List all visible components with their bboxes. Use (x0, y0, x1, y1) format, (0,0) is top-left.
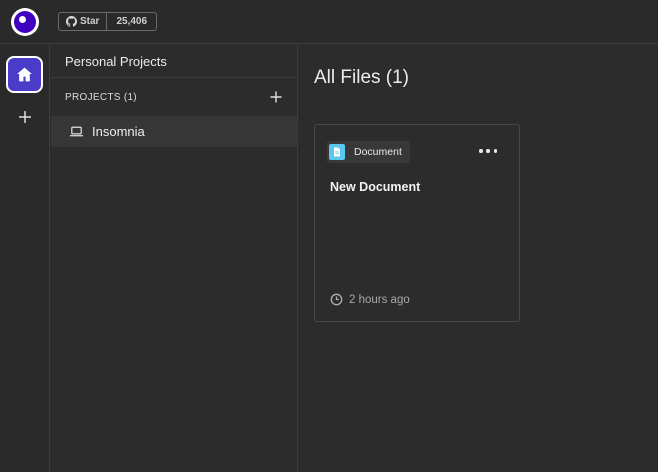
plus-icon (270, 91, 282, 103)
github-star-button[interactable]: Star (59, 13, 108, 30)
github-star-label: Star (80, 16, 100, 27)
github-star-widget: Star 25,406 (58, 12, 158, 31)
main-content: All Files (1) Document New Document 2 ho… (299, 45, 658, 472)
logo-dot (19, 16, 26, 23)
file-type-label: Document (354, 146, 402, 158)
sidebar-item-label: Insomnia (92, 124, 145, 139)
laptop-icon (69, 126, 84, 137)
github-star-count[interactable]: 25,406 (107, 13, 156, 30)
app-window: Star 25,406 Personal Projects PROJECTS (… (0, 0, 658, 472)
sidebar-item-insomnia[interactable]: Insomnia (51, 116, 297, 147)
left-rail (0, 45, 50, 472)
file-type-badge: Document (327, 141, 410, 163)
github-icon (66, 16, 77, 27)
page-title: All Files (1) (314, 67, 410, 88)
logo-inner (14, 11, 36, 33)
projects-header-label: PROJECTS (1) (65, 91, 137, 103)
more-options-button[interactable] (479, 145, 497, 157)
document-glyph-icon (334, 147, 340, 157)
file-modified-label: 2 hours ago (349, 293, 410, 306)
sidebar: Personal Projects PROJECTS (1) Insomnia (51, 45, 298, 472)
dot-icon (479, 149, 483, 153)
home-icon (17, 67, 32, 82)
dot-icon (493, 149, 497, 153)
add-project-button[interactable] (269, 90, 283, 104)
document-icon (329, 144, 345, 160)
projects-header: PROJECTS (1) (51, 78, 297, 116)
home-button[interactable] (6, 56, 43, 93)
top-bar: Star 25,406 (0, 0, 658, 44)
add-organization-button[interactable] (15, 107, 35, 127)
insomnia-logo-icon[interactable] (11, 8, 39, 36)
file-title: New Document (330, 180, 421, 194)
file-card[interactable]: Document New Document 2 hours ago (314, 124, 520, 322)
organization-title[interactable]: Personal Projects (51, 45, 297, 78)
dot-icon (486, 149, 490, 153)
file-modified: 2 hours ago (330, 293, 410, 306)
clock-icon (330, 293, 343, 306)
plus-icon (19, 111, 31, 123)
